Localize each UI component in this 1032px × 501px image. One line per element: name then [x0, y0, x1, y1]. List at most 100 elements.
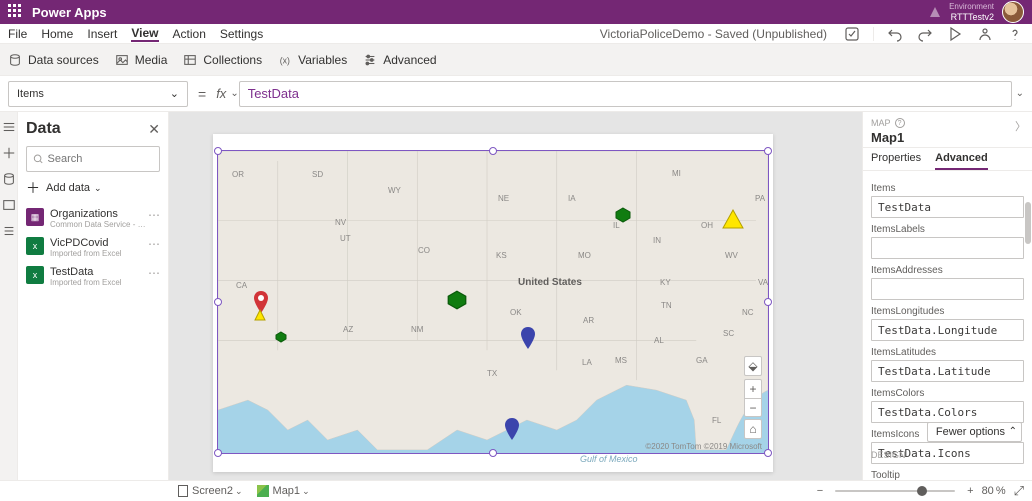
control-name[interactable]: Map1 — [871, 130, 1024, 145]
menu-home[interactable]: Home — [41, 27, 73, 41]
menu-file[interactable]: File — [8, 27, 27, 41]
field-input-itemscolors[interactable] — [871, 401, 1024, 423]
avatar[interactable] — [1002, 1, 1024, 23]
help-icon[interactable] — [1006, 25, 1024, 43]
zoom-thumb[interactable] — [917, 486, 927, 496]
tool-collections-label: Collections — [203, 53, 262, 67]
redo-icon[interactable] — [916, 25, 934, 43]
environment-label: Environment — [949, 2, 994, 12]
map-marker-hexagon[interactable] — [615, 207, 631, 226]
state-label: WV — [725, 251, 738, 260]
zoom-out-button[interactable]: − — [813, 485, 827, 497]
formula-input[interactable]: TestData — [239, 81, 1012, 107]
resize-handle[interactable] — [764, 147, 772, 155]
resize-handle[interactable] — [489, 147, 497, 155]
compass-icon[interactable]: ⬙ — [745, 357, 761, 375]
field-input-items[interactable] — [871, 196, 1024, 218]
state-label: KY — [660, 278, 671, 287]
resize-handle[interactable] — [764, 298, 772, 306]
tool-advanced[interactable]: Advanced — [363, 53, 436, 67]
tree-view-icon[interactable] — [2, 120, 16, 134]
environment-display[interactable]: Environment RTTTestv2 — [949, 2, 994, 22]
map-compass-control[interactable]: ⬙ — [744, 356, 762, 376]
resize-handle[interactable] — [214, 449, 222, 457]
map-marker-pin-blue[interactable] — [505, 418, 519, 443]
share-icon[interactable] — [976, 25, 994, 43]
data-source-item[interactable]: ▦ Organizations Common Data Service - Cu… — [26, 204, 160, 233]
state-label: GA — [696, 356, 708, 365]
media-rail-icon[interactable] — [2, 198, 16, 212]
search-input-field[interactable] — [48, 153, 153, 165]
home-icon[interactable]: ⌂ — [745, 420, 761, 438]
fx-chevron-icon[interactable]: ⌄ — [230, 88, 238, 99]
tool-variables[interactable]: (x) Variables — [278, 53, 347, 67]
app-checker-icon[interactable] — [843, 25, 861, 43]
data-source-item[interactable]: x VicPDCovid Imported from Excel ⋯ — [26, 233, 160, 262]
tool-data-sources[interactable]: Data sources — [8, 53, 99, 67]
screen: OR SD WY NE IA MI PA IL IN OH WV VA NV U… — [213, 134, 773, 472]
zoom-slider[interactable] — [835, 490, 955, 492]
menu-action[interactable]: Action — [173, 27, 206, 41]
canvas[interactable]: OR SD WY NE IA MI PA IL IN OH WV VA NV U… — [169, 112, 862, 480]
map-home-control[interactable]: ⌂ — [744, 419, 762, 439]
fewer-options-button[interactable]: Fewer options — [927, 422, 1022, 442]
control-selector[interactable]: Map1 ⌄ — [257, 485, 310, 497]
menu-settings[interactable]: Settings — [220, 27, 263, 41]
field-input-itemslatitudes[interactable] — [871, 360, 1024, 382]
map-marker-triangle[interactable] — [722, 209, 744, 232]
zoom-in-button[interactable]: + — [963, 485, 977, 497]
map-control[interactable]: OR SD WY NE IA MI PA IL IN OH WV VA NV U… — [218, 151, 768, 453]
scrollbar-thumb[interactable] — [1025, 202, 1031, 244]
expand-panel-icon[interactable]: 〉 — [1015, 118, 1026, 134]
more-icon[interactable]: ⋯ — [148, 208, 160, 222]
advanced-rail-icon[interactable] — [2, 224, 16, 238]
left-rail — [0, 112, 18, 480]
fx-label[interactable]: fx — [216, 86, 226, 101]
formula-expand-icon[interactable]: ⌄ — [1016, 88, 1024, 99]
tab-advanced[interactable]: Advanced — [935, 152, 988, 170]
field-label: ItemsLongitudes — [871, 306, 1024, 317]
property-selector[interactable]: Items ⌄ — [8, 81, 188, 107]
tool-media-label: Media — [135, 53, 168, 67]
more-icon[interactable]: ⋯ — [148, 237, 160, 251]
map-marker-hexagon-small[interactable] — [275, 331, 287, 346]
fit-to-window-icon[interactable]: ⤢ — [1014, 483, 1024, 499]
scrollbar[interactable] — [1024, 202, 1032, 460]
menu-view[interactable]: View — [131, 26, 158, 42]
tab-properties[interactable]: Properties — [871, 152, 921, 170]
waffle-icon[interactable] — [8, 4, 24, 20]
add-data-button[interactable]: ＋ Add data ⌄ — [26, 178, 160, 198]
undo-icon[interactable] — [886, 25, 904, 43]
map-marker-hexagon-large[interactable] — [447, 290, 467, 313]
resize-handle[interactable] — [764, 449, 772, 457]
excel-icon: x — [26, 266, 44, 284]
resize-handle[interactable] — [214, 298, 222, 306]
resize-handle[interactable] — [489, 449, 497, 457]
tool-collections[interactable]: Collections — [183, 53, 262, 67]
resize-handle[interactable] — [214, 147, 222, 155]
data-source-item[interactable]: x TestData Imported from Excel ⋯ — [26, 262, 160, 291]
zoom-out-icon[interactable]: − — [745, 398, 761, 416]
data-panel-title: Data — [26, 120, 61, 138]
help-icon[interactable]: ? — [895, 118, 905, 128]
field-label: ItemsAddresses — [871, 265, 1024, 276]
insert-icon[interactable] — [2, 146, 16, 160]
plus-icon: ＋ — [26, 178, 40, 198]
field-input-itemsaddresses[interactable] — [871, 278, 1024, 300]
play-icon[interactable] — [946, 25, 964, 43]
environment-icon[interactable] — [927, 4, 943, 20]
map-marker-pin-blue[interactable] — [521, 327, 535, 352]
more-icon[interactable]: ⋯ — [148, 266, 160, 280]
screen-selector[interactable]: Screen2 ⌄ — [178, 485, 243, 497]
state-label: PA — [755, 194, 765, 203]
search-input[interactable] — [26, 146, 160, 172]
state-label: AL — [654, 336, 664, 345]
close-icon[interactable]: ✕ — [148, 121, 160, 138]
data-icon[interactable] — [2, 172, 16, 186]
map-marker-triangle-small[interactable] — [254, 309, 266, 324]
field-input-itemslongitudes[interactable] — [871, 319, 1024, 341]
zoom-in-icon[interactable]: + — [745, 380, 761, 398]
field-input-itemslabels[interactable] — [871, 237, 1024, 259]
tool-media[interactable]: Media — [115, 53, 168, 67]
menu-insert[interactable]: Insert — [87, 27, 117, 41]
